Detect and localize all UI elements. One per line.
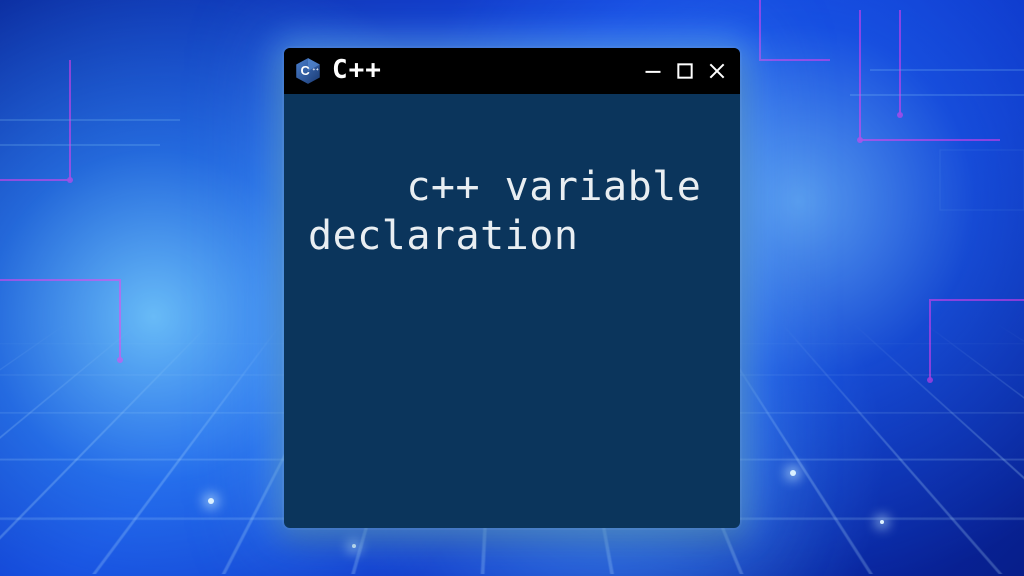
svg-text:+: + <box>312 68 315 73</box>
cpp-logo-icon: C + + <box>294 57 322 85</box>
sparkle-dot <box>880 520 884 524</box>
window-title: C++ <box>332 57 382 83</box>
terminal-body[interactable]: c++ variable declaration <box>284 94 740 528</box>
svg-text:+: + <box>316 68 319 73</box>
window-controls <box>642 60 728 82</box>
svg-text:C: C <box>301 63 310 78</box>
close-button[interactable] <box>706 60 728 82</box>
sparkle-dot <box>790 470 796 476</box>
minimize-button[interactable] <box>642 60 664 82</box>
terminal-window: C + + C++ c++ variable declaration <box>284 48 740 528</box>
maximize-button[interactable] <box>674 60 696 82</box>
sparkle-dot <box>352 544 356 548</box>
sparkle-dot <box>208 498 214 504</box>
terminal-text: c++ variable declaration <box>308 164 726 259</box>
window-titlebar[interactable]: C + + C++ <box>284 48 740 94</box>
